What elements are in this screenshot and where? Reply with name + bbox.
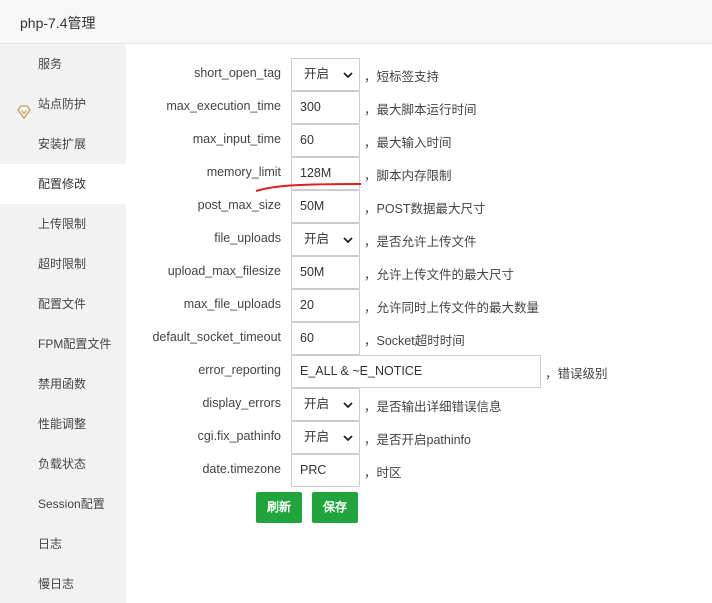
sidebar-item-log[interactable]: 日志 xyxy=(0,524,126,564)
config-label: max_input_time xyxy=(192,132,281,146)
sidebar-item-install-extension[interactable]: 安装扩展 xyxy=(0,124,126,164)
short-open-tag-select[interactable]: 开启 xyxy=(291,58,360,91)
sidebar-item-disabled-functions[interactable]: 禁用函数 xyxy=(0,364,126,404)
sidebar-item-config-edit[interactable]: 配置修改 xyxy=(0,164,126,204)
config-description: ，允许同时上传文件的最大数量 xyxy=(364,301,540,315)
config-row-upload-max-filesize: upload_max_filesize 50M ，允许上传文件的最大尺寸 xyxy=(126,256,712,289)
config-description: ，最大脚本运行时间 xyxy=(364,103,477,117)
config-description: ，是否输出详细错误信息 xyxy=(364,400,502,414)
save-button[interactable]: 保存 xyxy=(312,492,358,523)
config-description: ，是否开启pathinfo xyxy=(364,433,471,447)
config-description: ，短标签支持 xyxy=(364,70,440,84)
config-label: default_socket_timeout xyxy=(152,330,281,344)
config-row-display-errors: display_errors 开启 ，是否输出详细错误信息 xyxy=(126,388,712,421)
error-reporting-input[interactable]: E_ALL & ~E_NOTICE xyxy=(291,355,541,388)
config-description: ，时区 xyxy=(364,466,402,480)
config-row-max-execution-time: max_execution_time 300 ，最大脚本运行时间 xyxy=(126,91,712,124)
max-input-time-input[interactable]: 60 xyxy=(291,124,360,157)
config-label: cgi.fix_pathinfo xyxy=(197,429,281,443)
sidebar-item-session-config[interactable]: Session配置 xyxy=(0,484,126,524)
config-label: max_file_uploads xyxy=(183,297,281,311)
config-description: ，最大输入时间 xyxy=(364,136,452,150)
sidebar-item-service[interactable]: 服务 xyxy=(0,44,126,84)
file-uploads-select[interactable]: 开启 xyxy=(291,223,360,256)
sidebar-item-label: 性能调整 xyxy=(38,417,87,431)
config-row-cgi-fix-pathinfo: cgi.fix_pathinfo 开启 ，是否开启pathinfo xyxy=(126,421,712,454)
cgi-fix-pathinfo-select[interactable]: 开启 xyxy=(291,421,360,454)
config-label: max_execution_time xyxy=(166,99,281,113)
config-description: ，是否允许上传文件 xyxy=(364,235,477,249)
sidebar-item-label: 上传限制 xyxy=(38,217,87,231)
date-timezone-input[interactable]: PRC xyxy=(291,454,360,487)
config-label: date.timezone xyxy=(202,462,281,476)
sidebar: 服务 站点防护 安装扩展 配置修改 上传限制 超时限制 配置文件 FPM配置文件… xyxy=(0,44,126,603)
sidebar-item-performance-tuning[interactable]: 性能调整 xyxy=(0,404,126,444)
sidebar-item-load-status[interactable]: 负载状态 xyxy=(0,444,126,484)
chevron-down-icon xyxy=(343,72,353,79)
sidebar-item-timeout-limit[interactable]: 超时限制 xyxy=(0,244,126,284)
config-description: ，Socket超时时间 xyxy=(364,334,465,348)
config-row-max-file-uploads: max_file_uploads 20 ，允许同时上传文件的最大数量 xyxy=(126,289,712,322)
config-description: ，POST数据最大尺寸 xyxy=(364,202,486,216)
sidebar-item-label: FPM配置文件 xyxy=(38,337,112,351)
display-errors-select[interactable]: 开启 xyxy=(291,388,360,421)
sidebar-item-fpm-config-file[interactable]: FPM配置文件 xyxy=(0,324,126,364)
select-value: 开启 xyxy=(304,67,330,81)
sidebar-item-site-protection[interactable]: 站点防护 xyxy=(0,84,126,124)
chevron-down-icon xyxy=(343,402,353,409)
config-row-memory-limit: memory_limit 128M ，脚本内存限制 xyxy=(126,157,712,190)
sidebar-item-slow-log[interactable]: 慢日志 xyxy=(0,564,126,603)
window-title: php-7.4管理 xyxy=(20,15,96,31)
default-socket-timeout-input[interactable]: 60 xyxy=(291,322,360,355)
config-row-short-open-tag: short_open_tag 开启 ，短标签支持 xyxy=(126,58,712,91)
chevron-down-icon xyxy=(343,237,353,244)
select-value: 开启 xyxy=(304,430,330,444)
max-file-uploads-input[interactable]: 20 xyxy=(291,289,360,322)
config-row-date-timezone: date.timezone PRC ，时区 xyxy=(126,454,712,487)
sidebar-item-label: 超时限制 xyxy=(38,257,87,271)
window-titlebar: php-7.4管理 xyxy=(0,0,712,44)
sidebar-item-label: 安装扩展 xyxy=(38,137,87,151)
config-label: post_max_size xyxy=(197,198,281,212)
max-execution-time-input[interactable]: 300 xyxy=(291,91,360,124)
config-label: error_reporting xyxy=(198,363,281,377)
sidebar-item-label: 配置修改 xyxy=(38,177,87,191)
refresh-button[interactable]: 刷新 xyxy=(256,492,302,523)
sidebar-item-label: 负载状态 xyxy=(38,457,87,471)
sidebar-item-label: 服务 xyxy=(38,57,63,71)
sidebar-item-label: 慢日志 xyxy=(38,577,75,591)
sidebar-item-label: 日志 xyxy=(38,537,63,551)
config-row-file-uploads: file_uploads 开启 ，是否允许上传文件 xyxy=(126,223,712,256)
config-label: short_open_tag xyxy=(194,66,281,80)
config-description: ，错误级别 xyxy=(545,367,608,381)
upload-max-filesize-input[interactable]: 50M xyxy=(291,256,360,289)
select-value: 开启 xyxy=(304,232,330,246)
config-description: ，允许上传文件的最大尺寸 xyxy=(364,268,515,282)
post-max-size-input[interactable]: 50M xyxy=(291,190,360,223)
config-label: upload_max_filesize xyxy=(167,264,281,278)
config-row-default-socket-timeout: default_socket_timeout 60 ，Socket超时时间 xyxy=(126,322,712,355)
sidebar-item-label: 站点防护 xyxy=(38,97,87,111)
config-row-max-input-time: max_input_time 60 ，最大输入时间 xyxy=(126,124,712,157)
config-label: memory_limit xyxy=(206,165,281,179)
chevron-down-icon xyxy=(343,435,353,442)
sidebar-item-label: Session配置 xyxy=(38,497,105,511)
config-description: ，脚本内存限制 xyxy=(364,169,452,183)
sidebar-item-label: 禁用函数 xyxy=(38,377,87,391)
config-row-post-max-size: post_max_size 50M ，POST数据最大尺寸 xyxy=(126,190,712,223)
sidebar-item-config-file[interactable]: 配置文件 xyxy=(0,284,126,324)
config-label: file_uploads xyxy=(214,231,281,245)
config-row-error-reporting: error_reporting E_ALL & ~E_NOTICE ，错误级别 xyxy=(126,355,712,388)
sidebar-item-upload-limit[interactable]: 上传限制 xyxy=(0,204,126,244)
config-label: display_errors xyxy=(202,396,281,410)
sidebar-item-label: 配置文件 xyxy=(38,297,87,311)
select-value: 开启 xyxy=(304,397,330,411)
diamond-shield-icon xyxy=(16,96,32,120)
